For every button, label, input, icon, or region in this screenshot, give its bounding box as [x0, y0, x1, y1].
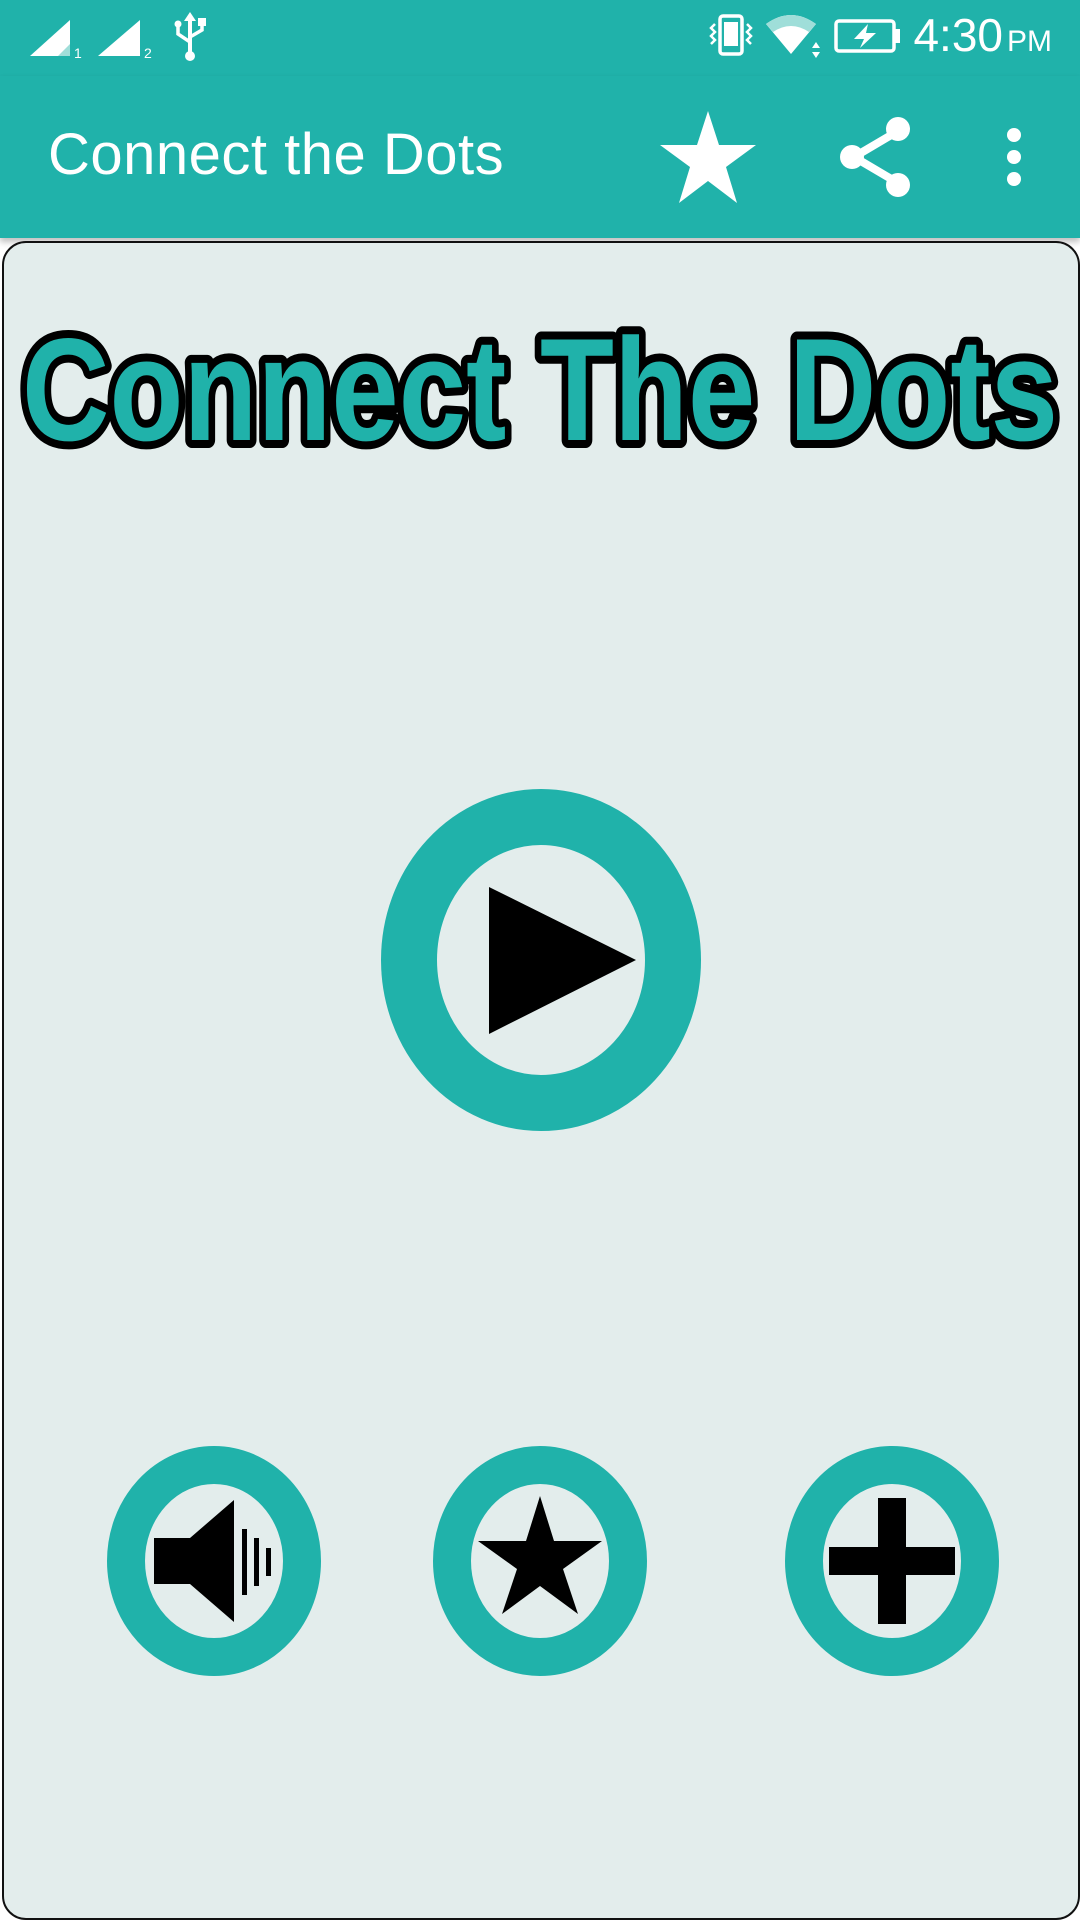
rate-button[interactable]	[432, 1446, 648, 1676]
logo-title: Connect The Dots	[14, 300, 1066, 479]
star-icon	[660, 111, 756, 203]
ampm-text: PM	[1007, 25, 1052, 58]
svg-text:2: 2	[144, 45, 152, 60]
plus-icon	[829, 1498, 955, 1624]
sound-icon	[154, 1500, 271, 1622]
usb-icon	[174, 12, 206, 61]
status-time: 4:30 PM	[913, 8, 1052, 62]
share-button[interactable]	[820, 101, 932, 213]
play-button[interactable]	[380, 788, 702, 1132]
status-bar: 1 2 4:30 PM	[0, 0, 1080, 76]
battery-charging-icon	[834, 19, 900, 53]
overflow-menu-icon	[1007, 128, 1021, 186]
favorite-button[interactable]	[652, 101, 764, 213]
vibrate-icon	[709, 14, 753, 56]
logo-text: Connect The Dots	[22, 308, 1058, 471]
overflow-menu-button[interactable]	[958, 101, 1070, 213]
share-icon	[840, 117, 910, 197]
more-games-button[interactable]	[784, 1446, 1000, 1676]
signal-sim1-icon: 1	[30, 20, 82, 60]
star-icon	[478, 1496, 602, 1614]
play-icon	[489, 887, 636, 1034]
svg-text:1: 1	[74, 45, 82, 60]
sound-button[interactable]	[106, 1446, 322, 1676]
app-title: Connect the Dots	[48, 122, 505, 187]
time-text: 4:30	[913, 9, 1003, 61]
signal-sim2-icon: 2	[98, 20, 152, 60]
app-bar: Connect the Dots	[0, 76, 1080, 238]
wifi-icon	[766, 15, 820, 58]
